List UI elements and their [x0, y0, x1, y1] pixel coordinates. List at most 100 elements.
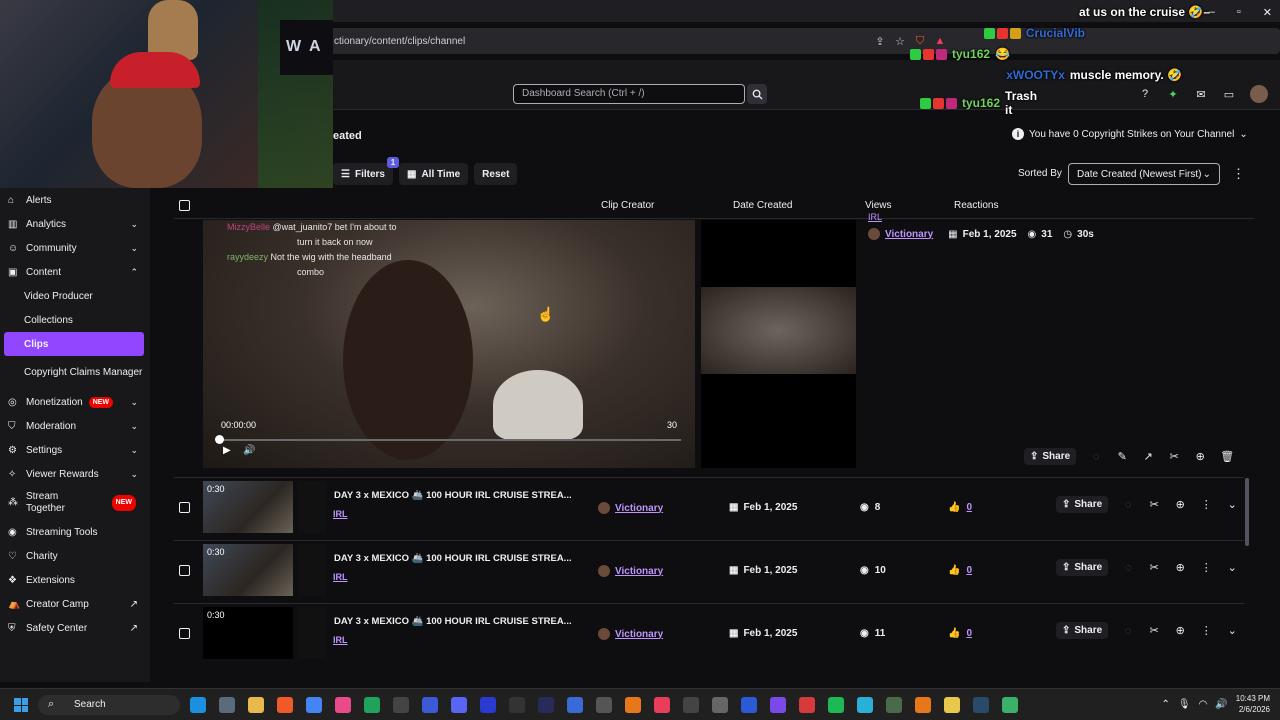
app-icon[interactable]: [712, 697, 728, 713]
chevron-down-icon[interactable]: ⌄: [1226, 624, 1238, 637]
delete-icon[interactable]: 🗑: [1220, 450, 1234, 463]
scissors-icon[interactable]: ✂: [1148, 498, 1160, 511]
table-row[interactable]: 0:30 DAY 3 x MEXICO 🚢 100 HOUR IRL CRUIS…: [174, 603, 1244, 665]
app-icon[interactable]: [567, 697, 583, 713]
header-clip-creator[interactable]: Clip Creator: [601, 200, 654, 211]
app-icon[interactable]: [799, 697, 815, 713]
play-icon[interactable]: ▶: [223, 445, 231, 456]
firefox-icon[interactable]: [625, 697, 641, 713]
app-icon[interactable]: [422, 697, 438, 713]
sidebar-item-viewer-rewards[interactable]: ✧ Viewer Rewards ⌄: [0, 462, 150, 486]
likes-cell[interactable]: 👍 0: [948, 628, 972, 639]
app-icon[interactable]: [364, 697, 380, 713]
sidebar-item-monetization[interactable]: ◎ Monetization NEW ⌄: [0, 390, 150, 414]
header-reactions[interactable]: Reactions: [954, 200, 998, 211]
microphone-icon[interactable]: 🎙: [1178, 699, 1191, 710]
sidebar-item-moderation[interactable]: ⛉ Moderation ⌄: [0, 414, 150, 438]
app-icon[interactable]: [770, 697, 786, 713]
creator-link[interactable]: Victionary: [885, 229, 933, 240]
sidebar-item-community[interactable]: ☺ Community ⌄: [0, 236, 150, 260]
likes-cell[interactable]: 👍 0: [948, 502, 972, 513]
add-icon[interactable]: ⊕: [1194, 450, 1206, 463]
reset-button[interactable]: Reset: [474, 163, 518, 185]
share-page-icon[interactable]: ⇪: [873, 34, 887, 48]
app-icon[interactable]: [683, 697, 699, 713]
category-link[interactable]: IRL: [333, 635, 348, 645]
app-icon[interactable]: [915, 697, 931, 713]
copyright-strikes-dropdown[interactable]: i You have 0 Copyright Strikes on Your C…: [1012, 128, 1248, 140]
sidebar-item-alerts[interactable]: ⌂ Alerts: [0, 188, 150, 212]
scissors-icon[interactable]: ✂: [1148, 561, 1160, 574]
chevron-down-icon[interactable]: ⌄: [1226, 498, 1238, 511]
all-time-button[interactable]: ▦ All Time: [398, 163, 469, 185]
header-views[interactable]: Views: [865, 200, 892, 211]
sidebar-item-settings[interactable]: ⚙ Settings ⌄: [0, 438, 150, 462]
sidebar-item-clips[interactable]: Clips: [4, 332, 144, 356]
scrub-bar[interactable]: [219, 439, 681, 441]
edge-icon[interactable]: [190, 697, 206, 713]
wifi-icon[interactable]: ◠: [1199, 699, 1208, 710]
row-checkbox[interactable]: [179, 565, 190, 576]
sidebar-item-analytics[interactable]: ▥ Analytics ⌄: [0, 212, 150, 236]
creator-link[interactable]: Victionary: [615, 566, 663, 577]
likes-cell[interactable]: 👍 0: [948, 565, 972, 576]
brave-icon[interactable]: [277, 697, 293, 713]
volume-icon[interactable]: 🔊: [1215, 699, 1227, 710]
category-link[interactable]: IRL: [333, 509, 348, 519]
add-icon[interactable]: ⊕: [1174, 624, 1186, 637]
sidebar-item-charity[interactable]: ♡ Charity: [0, 544, 150, 568]
sidebar-item-safety-center[interactable]: ⛨ Safety Center ↗: [0, 616, 150, 640]
dashboard-search-input[interactable]: Dashboard Search (Ctrl + /): [513, 84, 745, 104]
header-date-created[interactable]: Date Created: [733, 200, 792, 211]
sidebar-item-collections[interactable]: Collections: [0, 308, 150, 332]
app-icon[interactable]: [944, 697, 960, 713]
taskbar-search[interactable]: ⌕ Search: [38, 695, 180, 715]
steam-icon[interactable]: [973, 697, 989, 713]
scrub-handle[interactable]: [215, 435, 224, 444]
app-icon[interactable]: [857, 697, 873, 713]
app-icon[interactable]: [886, 697, 902, 713]
table-row[interactable]: 0:30 DAY 3 x MEXICO 🚢 100 HOUR IRL CRUIS…: [174, 540, 1244, 602]
table-row[interactable]: 0:30 DAY 3 x MEXICO 🚢 100 HOUR IRL CRUIS…: [174, 477, 1244, 539]
clock[interactable]: 10:43 PM 2/6/2026: [1236, 693, 1270, 715]
share-button[interactable]: ⇪ Share: [1024, 448, 1077, 465]
app-icon[interactable]: [741, 697, 757, 713]
edit-icon[interactable]: ✎: [1116, 450, 1128, 463]
chevron-up-icon[interactable]: ⌃: [1161, 699, 1169, 710]
filters-button[interactable]: ☰ Filters 1: [333, 157, 399, 185]
more-options-icon[interactable]: ⋮: [1200, 498, 1212, 511]
url-text[interactable]: ctionary/content/clips/channel: [334, 36, 870, 47]
category-link[interactable]: IRL: [868, 212, 882, 222]
share-button[interactable]: ⇪ Share: [1056, 622, 1109, 639]
spotify-icon[interactable]: [828, 697, 844, 713]
sidebar-item-content[interactable]: ▣ Content ⌃: [0, 260, 150, 284]
app-icon[interactable]: [596, 697, 612, 713]
chrome-icon[interactable]: [306, 697, 322, 713]
search-button[interactable]: [747, 84, 767, 104]
sidebar-item-video-producer[interactable]: Video Producer: [0, 284, 150, 308]
sidebar-item-copyright-claims[interactable]: Copyright Claims Manager: [0, 356, 150, 390]
creator-link[interactable]: Victionary: [615, 503, 663, 514]
chevron-down-icon[interactable]: ⌄: [1226, 561, 1238, 574]
sort-select[interactable]: Date Created (Newest First) ⌄: [1068, 163, 1220, 185]
close-icon[interactable]: ✕: [1263, 6, 1272, 19]
app-icon[interactable]: [1002, 697, 1018, 713]
obs-icon[interactable]: [393, 697, 409, 713]
music-icon[interactable]: [654, 697, 670, 713]
more-options-icon[interactable]: ⋮: [1200, 624, 1212, 637]
sidebar-item-streaming-tools[interactable]: ◉ Streaming Tools: [0, 520, 150, 544]
row-checkbox[interactable]: [179, 628, 190, 639]
creator-link[interactable]: Victionary: [615, 629, 663, 640]
app-icon[interactable]: [509, 697, 525, 713]
row-checkbox[interactable]: [179, 502, 190, 513]
share-button[interactable]: ⇪ Share: [1056, 559, 1109, 576]
settings-icon[interactable]: [219, 697, 235, 713]
more-options-icon[interactable]: ⋮: [1200, 561, 1212, 574]
add-icon[interactable]: ⊕: [1174, 561, 1186, 574]
sidebar-item-stream-together[interactable]: ⁂ Stream Together NEW: [0, 486, 150, 520]
open-external-icon[interactable]: ↗: [1142, 450, 1154, 463]
sidebar-item-extensions[interactable]: ❖ Extensions: [0, 568, 150, 592]
category-link[interactable]: IRL: [333, 572, 348, 582]
folder-icon[interactable]: [248, 697, 264, 713]
bookmark-icon[interactable]: ☆: [893, 34, 907, 48]
